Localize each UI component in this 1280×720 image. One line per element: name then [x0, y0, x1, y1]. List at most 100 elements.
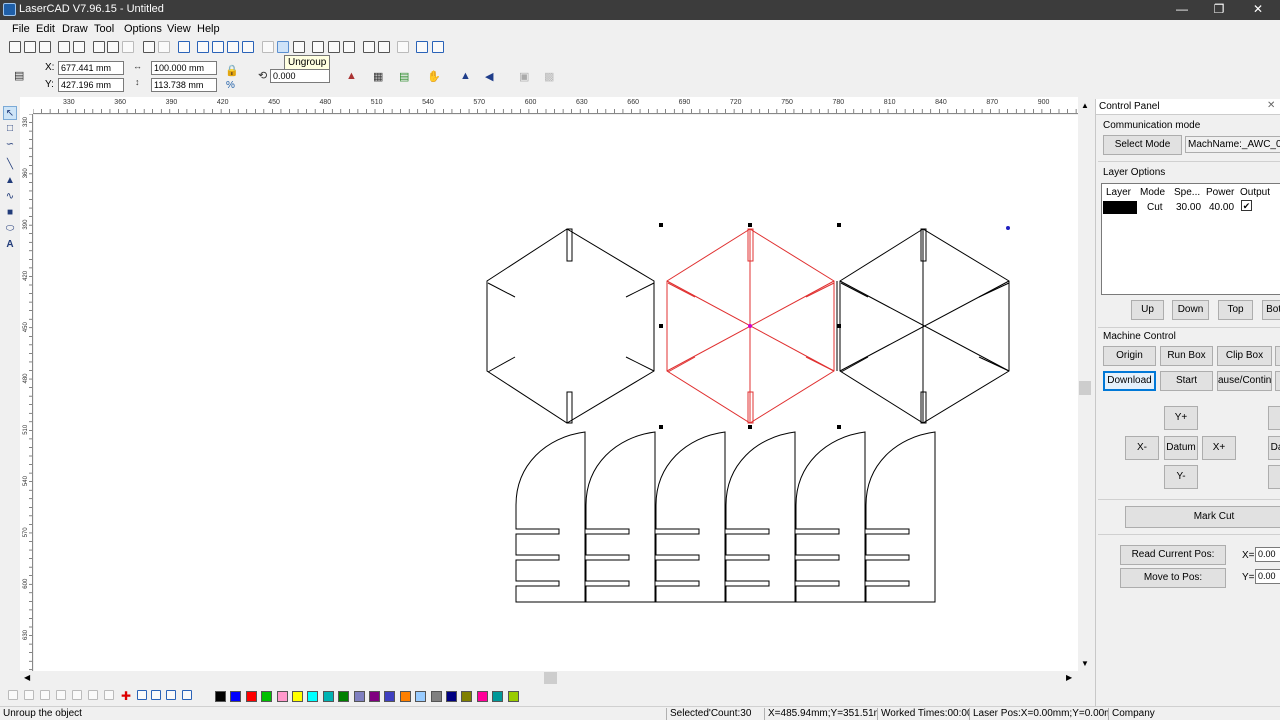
zoom-window-icon[interactable]	[227, 41, 239, 53]
color-swatch[interactable]	[230, 691, 242, 702]
menu-edit[interactable]: Edit	[36, 23, 55, 35]
zoom-fit-icon[interactable]	[242, 41, 254, 53]
leg-piece[interactable]	[795, 431, 866, 603]
y-position-input[interactable]: 427.196 mm	[58, 78, 124, 92]
machine-name-field[interactable]: MachName:_AWC_0E0	[1185, 136, 1280, 153]
align-bottom-icon[interactable]	[88, 690, 98, 700]
close-path-icon[interactable]	[397, 41, 409, 53]
ungroup-icon[interactable]	[277, 41, 289, 53]
redo-icon[interactable]	[158, 41, 170, 53]
import-icon[interactable]	[58, 41, 70, 53]
preview-icon[interactable]	[432, 41, 444, 53]
jog-z-plus-partial[interactable]	[1268, 406, 1280, 430]
datum-2-button-partial[interactable]: Da	[1268, 436, 1280, 460]
save-icon[interactable]	[39, 41, 51, 53]
clip-box-button[interactable]: Clip Box	[1217, 346, 1272, 366]
extra-button-partial[interactable]	[1275, 346, 1280, 366]
select-tool-icon[interactable]: ↖	[3, 106, 17, 120]
color-swatch[interactable]	[215, 691, 226, 702]
run-box-button[interactable]: Run Box	[1160, 346, 1213, 366]
jog-x-plus-button[interactable]: X+	[1202, 436, 1236, 460]
menu-options[interactable]: Options	[124, 23, 162, 35]
lock-icon[interactable]: 🔒	[225, 64, 239, 77]
node-tool-icon[interactable]: □	[3, 122, 17, 136]
align-center-icon[interactable]	[24, 690, 34, 700]
zoom-out-icon[interactable]	[212, 41, 224, 53]
origin-button[interactable]: Origin	[1103, 346, 1156, 366]
pen-tool-icon[interactable]: ▲	[3, 174, 17, 188]
horizontal-scroll-thumb[interactable]	[544, 672, 557, 684]
bezier-tool-icon[interactable]: ∽	[3, 138, 17, 152]
maximize-button[interactable]: ❐	[1199, 0, 1239, 20]
download-button[interactable]: Download	[1103, 371, 1156, 391]
align-middle-icon[interactable]	[72, 690, 82, 700]
color-swatch[interactable]	[292, 691, 303, 702]
menu-help[interactable]: Help	[197, 23, 220, 35]
leg-piece[interactable]	[585, 431, 656, 603]
color-swatch[interactable]	[261, 691, 273, 702]
same-height-icon[interactable]	[182, 690, 192, 700]
jog-z-minus-partial[interactable]	[1268, 465, 1280, 489]
color-swatch[interactable]	[399, 691, 411, 702]
undo-icon[interactable]	[143, 41, 155, 53]
leg-piece[interactable]	[655, 431, 726, 603]
close-button[interactable]: ✕	[1238, 0, 1278, 20]
jog-x-minus-button[interactable]: X-	[1125, 436, 1159, 460]
leg-piece[interactable]	[725, 431, 796, 603]
panel-close-icon[interactable]: ✕	[1267, 100, 1275, 111]
color-swatch[interactable]	[353, 691, 365, 702]
menu-file[interactable]: File	[12, 23, 30, 35]
color-swatch[interactable]	[369, 691, 380, 702]
layer-table[interactable]: Layer Mode Spe... Power Output Cut 30.00…	[1101, 183, 1280, 295]
layer-speed-value[interactable]: 30.00	[1176, 202, 1201, 213]
drawing-canvas[interactable]	[34, 115, 1078, 671]
pause-continue-button[interactable]: ause/Continu	[1217, 371, 1272, 391]
path-optimize-icon[interactable]	[363, 41, 375, 53]
same-width-icon[interactable]	[166, 690, 176, 700]
arrange-icon[interactable]: ▤	[399, 70, 409, 83]
ellipse-tool-icon[interactable]: ⬭	[3, 222, 17, 236]
menu-tool[interactable]: Tool	[94, 23, 114, 35]
menu-draw[interactable]: Draw	[62, 23, 88, 35]
start-point-icon[interactable]	[378, 41, 390, 53]
layer-mode-value[interactable]: Cut	[1147, 202, 1163, 213]
hand-icon[interactable]: ✋	[427, 70, 441, 83]
vertical-scroll-thumb[interactable]	[1079, 381, 1091, 395]
color-swatch[interactable]	[384, 691, 396, 702]
mirror-vertical-icon[interactable]: ▦	[373, 70, 383, 83]
jog-y-minus-button[interactable]: Y-	[1164, 465, 1198, 489]
mark-cut-button[interactable]: Mark Cut	[1125, 506, 1280, 528]
paste-icon[interactable]	[122, 41, 134, 53]
zoom-in-icon[interactable]	[197, 41, 209, 53]
array-icon[interactable]	[328, 41, 340, 53]
color-swatch[interactable]	[322, 691, 334, 702]
text-tool-icon[interactable]: A	[3, 238, 17, 252]
center-cross-icon[interactable]: ✚	[121, 689, 131, 703]
layer-power-value[interactable]: 40.00	[1209, 202, 1234, 213]
scroll-left-icon[interactable]: ◀	[24, 673, 30, 682]
color-swatch[interactable]	[461, 691, 473, 702]
mirror-icon[interactable]	[312, 41, 324, 53]
align-top-icon[interactable]: ▲	[460, 70, 471, 82]
color-swatch[interactable]	[276, 691, 288, 702]
layer-top-button[interactable]: Top	[1218, 300, 1253, 320]
node-edit-icon[interactable]	[293, 41, 305, 53]
select-mode-button[interactable]: Select Mode	[1103, 135, 1182, 155]
color-swatch[interactable]	[415, 691, 427, 702]
grid-properties-icon[interactable]: ▤	[14, 69, 24, 82]
open-file-icon[interactable]	[24, 41, 36, 53]
pan-icon[interactable]	[178, 41, 190, 53]
layer-color-swatch[interactable]	[1103, 201, 1137, 214]
layer-down-button[interactable]: Down	[1172, 300, 1209, 320]
menu-view[interactable]: View	[167, 23, 191, 35]
color-swatch[interactable]	[446, 691, 457, 702]
stop-button-partial[interactable]	[1275, 371, 1280, 391]
vertical-scrollbar[interactable]: ▲ ▼	[1078, 97, 1092, 671]
scroll-up-icon[interactable]: ▲	[1081, 101, 1089, 110]
jog-y-plus-button[interactable]: Y+	[1164, 406, 1198, 430]
height-input[interactable]: 113.738 mm	[151, 78, 217, 92]
start-button[interactable]: Start	[1160, 371, 1213, 391]
color-swatch[interactable]	[492, 691, 504, 702]
color-swatch[interactable]	[430, 691, 442, 702]
hexagon-piece-left[interactable]	[486, 228, 655, 424]
